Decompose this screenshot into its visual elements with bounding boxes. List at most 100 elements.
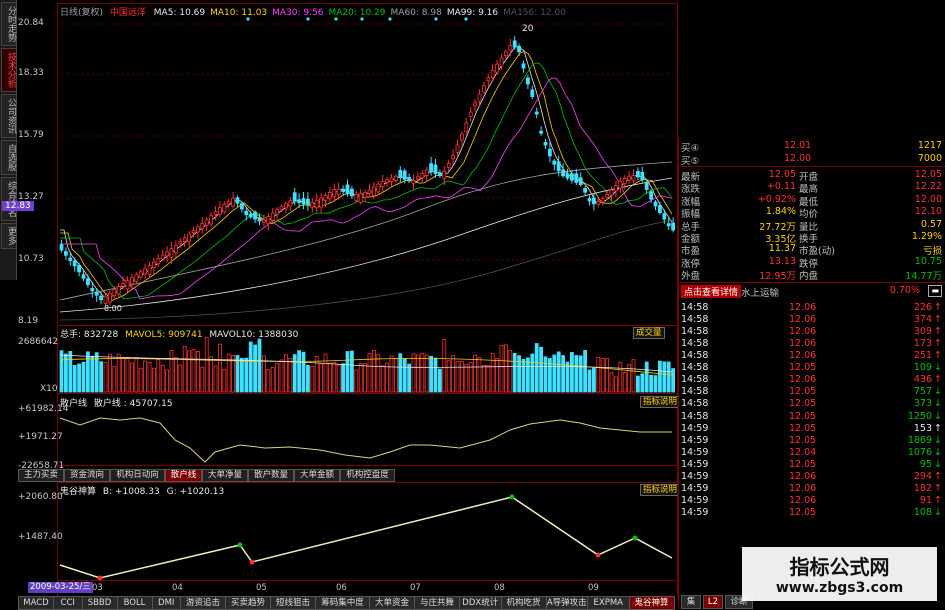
volume-bar xyxy=(587,369,592,393)
bottom-tab-3[interactable]: BOLL xyxy=(116,596,153,610)
bottom-tab-11[interactable]: DDX统计 xyxy=(459,596,502,610)
bottom-tab-4[interactable]: DMI xyxy=(151,596,181,610)
arrow-up-icon: ↑ xyxy=(934,374,942,386)
bottom-tab-15[interactable]: 鬼谷神算 xyxy=(628,596,675,610)
buy-row-0: 买④ 12.01 1217 xyxy=(679,140,945,154)
volume-bar xyxy=(609,372,614,393)
bottom-tab-8[interactable]: 筹码集中度 xyxy=(315,596,370,610)
quote-panel: 买④ 12.01 1217 买⑤ 12.00 7000 最新 12.05 开盘 12.05 涨跌 +0… xyxy=(678,137,945,609)
tick-row: 14:59 12.05 1869 ↓ xyxy=(679,435,945,447)
bottom-tab-10[interactable]: 与庄共舞 xyxy=(414,596,460,610)
candle-body xyxy=(165,251,170,257)
candle-body xyxy=(512,40,517,48)
candle-body xyxy=(288,200,293,207)
volume-bar xyxy=(213,365,218,393)
indicator-tab-7[interactable]: 机构控盘度 xyxy=(340,469,395,482)
indicator-tab-0[interactable]: 主力买卖 xyxy=(18,469,64,482)
ghost-help-button[interactable]: 指标说明 xyxy=(640,484,681,496)
stat-label: 外盘 xyxy=(681,271,701,283)
bottom-tab-9[interactable]: 大单资金 xyxy=(369,596,415,610)
volume-bar xyxy=(239,357,244,393)
volume-button[interactable]: 成交量 xyxy=(633,327,665,339)
bottom-tab-7[interactable]: 短线狙击 xyxy=(270,596,316,610)
tick-time: 14:59 xyxy=(681,458,709,470)
candle-body xyxy=(261,219,266,223)
candle-body xyxy=(239,203,244,210)
indicator-tab-4[interactable]: 大单净量 xyxy=(202,469,248,482)
candle-body xyxy=(526,77,530,85)
tick-price: 12.06 xyxy=(789,483,817,495)
candle-body xyxy=(442,170,447,179)
candle-body xyxy=(622,177,627,185)
expand-icon[interactable]: ▬ xyxy=(928,284,942,297)
candle-body xyxy=(182,237,187,242)
tick-volume: 309 xyxy=(913,325,932,337)
stat-value: 1.84% xyxy=(765,206,796,218)
ma5-line xyxy=(60,45,673,299)
hushou-help-button[interactable]: 指标说明 xyxy=(640,396,681,408)
bottom-tab-1[interactable]: CCI xyxy=(53,596,83,610)
candle-body xyxy=(548,148,552,157)
stat-row-4: 总手 27.72万 量比 0.57 xyxy=(679,219,945,233)
indicator-tab-5[interactable]: 散户数量 xyxy=(248,469,294,482)
indicator-tab-3[interactable]: 散户线 xyxy=(165,469,202,482)
right-tab-0[interactable]: 集 xyxy=(681,595,701,609)
volume-bar xyxy=(376,354,381,393)
volume-bar xyxy=(446,360,451,393)
month-label-1: 04 xyxy=(172,583,183,593)
arrow-down-icon: ↓ xyxy=(934,507,942,519)
right-tab-1[interactable]: L2 xyxy=(703,595,723,609)
stat-row-2: 涨幅 +0.92% 最低 12.00 xyxy=(679,194,945,208)
candle-body xyxy=(367,189,372,195)
volume-bar xyxy=(481,365,486,393)
volume-ma10: MAVOL10: 1388030 xyxy=(209,330,299,340)
volume-bar xyxy=(345,351,350,393)
stat-value: 14.77万 xyxy=(905,271,942,283)
indicator-tab-2[interactable]: 机构日动向 xyxy=(110,469,165,482)
tick-time: 14:58 xyxy=(681,325,709,337)
arrow-down-icon: ↓ xyxy=(934,398,942,410)
volume-bar xyxy=(151,367,156,393)
candle-body xyxy=(213,211,218,216)
tick-price: 12.04 xyxy=(789,446,817,458)
candle-body xyxy=(248,213,253,218)
tick-row: 14:59 12.06 182 ↑ xyxy=(679,483,945,495)
ghost-g: G: +1020.13 xyxy=(166,487,225,497)
volume-bar xyxy=(592,367,596,393)
volume-bar xyxy=(561,355,565,393)
tick-row: 14:58 12.06 173 ↑ xyxy=(679,338,945,350)
tick-time: 14:58 xyxy=(681,313,709,325)
period-label[interactable]: 日线(复权) xyxy=(60,8,103,18)
bottom-tab-2[interactable]: SBBD xyxy=(81,596,118,610)
watermark-title: 指标公式网 xyxy=(789,555,890,579)
bottom-tab-5[interactable]: 游资追击 xyxy=(180,596,226,610)
bottom-tab-12[interactable]: 机构吃货 xyxy=(500,596,547,610)
volume-bar xyxy=(459,360,464,393)
candle-body xyxy=(231,197,236,207)
volume-bar xyxy=(653,375,658,393)
indicator-tab-1[interactable]: 资金流向 xyxy=(64,469,110,482)
bottom-tab-13[interactable]: A导弹攻击 xyxy=(545,596,588,610)
tick-price: 12.05 xyxy=(789,434,817,446)
candle-body xyxy=(503,51,508,56)
price-tick-5: 10.73 xyxy=(18,254,44,264)
volume-bar xyxy=(108,353,112,393)
sector-name[interactable]: 水上运输 xyxy=(741,285,779,299)
volume-bar xyxy=(209,356,214,393)
volume-bar xyxy=(486,364,491,393)
tick-price: 12.05 xyxy=(789,386,817,398)
bottom-tab-14[interactable]: EXPMA xyxy=(587,596,630,610)
candle-body xyxy=(389,177,394,183)
ghost-header: 鬼谷神算 B: +1008.33 G: +1020.13 xyxy=(60,484,224,497)
candle-body xyxy=(486,77,491,82)
indicator-tab-6[interactable]: 大单金额 xyxy=(294,469,340,482)
stat-row-3: 振幅 1.84% 均价 12.10 xyxy=(679,206,945,220)
volume-bar xyxy=(195,350,200,393)
stat-row-1: 涨跌 +0.11 最高 12.22 xyxy=(679,181,945,195)
candle-body xyxy=(156,258,161,265)
volume-bar xyxy=(244,357,249,393)
bottom-tab-6[interactable]: 买卖趋势 xyxy=(225,596,271,610)
detail-button[interactable]: 点击查看详情 xyxy=(681,284,742,298)
tick-row: 14:58 12.06 251 ↑ xyxy=(679,350,945,362)
bottom-tab-0[interactable]: MACD xyxy=(18,596,54,610)
